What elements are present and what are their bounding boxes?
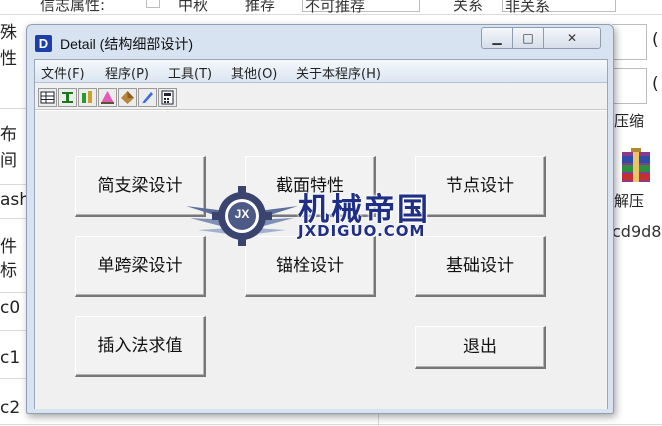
toolbar-calculator-icon[interactable] [158,88,177,107]
toolbar-table-icon[interactable] [38,88,57,107]
bg-opt3: 关系 [453,0,484,14]
bg-label-9: c2 [0,398,21,418]
menu-other[interactable]: 其他(O) [231,63,277,82]
minimize-button[interactable]: ▁ [481,27,513,49]
foundation-button[interactable]: 基础设计 [415,236,546,297]
bg-label-5: 件 [0,237,17,257]
exit-button[interactable]: 退出 [415,326,546,369]
bg-divider [0,378,26,379]
bg-label-8: c1 [0,348,21,368]
bg-select-value: 不可推荐 [305,0,366,15]
insert-value-button[interactable]: 插入法求值 [75,316,206,377]
bg-label-6: 标 [0,261,17,281]
maximize-button[interactable]: □ [512,27,544,49]
bg-label-3: 间 [0,151,17,171]
bg-top-label: 信志属性: [40,0,106,14]
title-bar[interactable]: D Detail (结构细部设计) ▁ □ ✕ [27,25,613,59]
winrar-icon [622,148,650,182]
menu-tools[interactable]: 工具(T) [168,63,212,82]
bg-label-1: 性 [0,49,17,69]
close-icon: ✕ [566,31,578,45]
bg-select: 不可推荐 [302,0,420,15]
window-title: Detail (结构细部设计) [60,36,194,52]
bg-paren-2: ( [652,74,659,94]
bg-input-2 [612,68,647,104]
bg-select2-value: 非关系 [505,0,551,15]
foundation-icon [121,91,134,104]
menu-about[interactable]: 关于本程序(H) [296,63,381,82]
toolbar-foundation-icon[interactable] [118,88,137,107]
hash-text: cd9d8fa [612,222,662,241]
menu-bar: 文件(F) 程序(P) 工具(T) 其他(O) 关于本程序(H) [35,60,607,83]
simple-beam-button[interactable]: 简支梁设计 [75,156,206,217]
compress-label: 压缩 [614,112,645,130]
bg-label-7: c0 [0,298,21,318]
app-logo-icon[interactable]: D [35,35,52,52]
close-button[interactable]: ✕ [543,27,601,49]
bg-opt1: 中秋 [178,0,209,14]
bg-paren-1: ( [652,30,659,50]
bg-divider [0,292,26,293]
bg-label-2: 布 [0,125,17,145]
menu-program[interactable]: 程序(P) [105,63,149,82]
bg-divider [0,218,26,219]
detail-window: D Detail (结构细部设计) ▁ □ ✕ 文件(F) 程序(P) 工具(T… [26,24,614,414]
toolbar-ibeam-icon[interactable] [58,88,77,107]
maximize-icon: □ [522,31,534,45]
bg-input-1 [612,24,647,60]
ibeam-icon [62,92,73,103]
pencil-icon [142,92,153,104]
section-props-button[interactable]: 截面特性 [245,156,376,217]
bg-opt2: 推荐 [245,0,276,14]
node-design-button[interactable]: 节点设计 [415,156,546,217]
bg-divider [0,108,26,109]
column-icon [82,91,92,103]
bg-label-0: 殊 [0,23,17,43]
bg-radio [146,0,160,8]
bg-divider [0,424,662,425]
anchor-bolt-button[interactable]: 锚栓设计 [245,236,376,297]
single-span-beam-button[interactable]: 单跨梁设计 [75,236,206,297]
toolbar-pencil-icon[interactable] [138,88,157,107]
extract-label: 解压 [614,192,645,210]
bg-divider [0,184,26,185]
calculator-icon [161,90,174,105]
minimize-icon: ▁ [492,31,502,45]
node-icon [101,91,114,104]
toolbar-node-icon[interactable] [98,88,117,107]
toolbar [35,83,607,110]
table-icon [40,91,55,104]
bg-select2: 非关系 [502,0,616,15]
bg-divider [0,330,26,331]
client-area: 文件(F) 程序(P) 工具(T) 其他(O) 关于本程序(H) 简支梁设计 截… [34,59,608,409]
main-panel: 简支梁设计 截面特性 节点设计 单跨梁设计 锚栓设计 基础设计 插入法求值 退出 [35,110,607,409]
archive-context-tile[interactable]: 压缩 解压 [608,110,662,222]
toolbar-column-icon[interactable] [78,88,97,107]
menu-file[interactable]: 文件(F) [41,63,85,82]
